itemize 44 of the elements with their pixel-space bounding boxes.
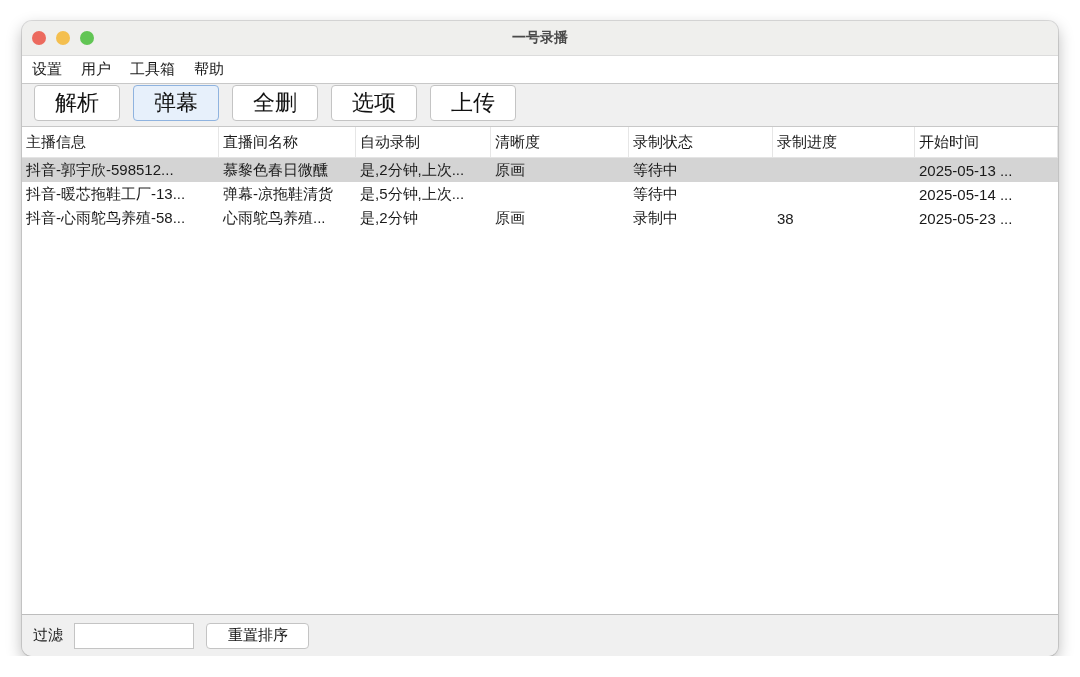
toolbar-button[interactable]: 选项 <box>331 85 417 121</box>
column-header[interactable]: 主播信息 <box>22 127 219 157</box>
column-header[interactable]: 清晰度 <box>491 127 629 157</box>
column-header[interactable]: 录制状态 <box>629 127 773 157</box>
menu-item[interactable]: 设置 <box>32 60 62 79</box>
menu-item[interactable]: 工具箱 <box>130 60 175 79</box>
table-cell-text: 抖音-心雨鸵鸟养殖-58... <box>25 207 187 228</box>
toolbar-button[interactable]: 解析 <box>34 85 120 121</box>
table-cell-text: 等待中 <box>632 183 679 204</box>
filter-field[interactable] <box>74 622 194 649</box>
column-header[interactable]: 录制进度 <box>773 127 915 157</box>
column-header[interactable]: 开始时间 <box>915 127 1058 157</box>
table-cell-text: 是,5分钟,上次... <box>359 183 466 204</box>
table-row[interactable]: 抖音-暖芯拖鞋工厂-13... 弹幕-凉拖鞋清货 是,5分钟,上次... 等待中 2025-05-14 ... <box>22 182 1058 206</box>
table-cell-text: 抖音-郭宇欣-598512... <box>25 159 175 180</box>
toolbar-button[interactable]: 全删 <box>232 85 318 121</box>
table-cell-text: 是,2分钟,上次... <box>359 159 466 180</box>
table-cell-text: 慕黎色春日微醺 <box>222 159 329 180</box>
filter-label: 过滤 <box>33 626 63 645</box>
table-cell-text: 等待中 <box>632 159 679 180</box>
table-cell-text: 是,2分钟 <box>359 207 419 228</box>
reset-sort-button[interactable]: 重置排序 <box>206 622 309 649</box>
menu-item[interactable]: 帮助 <box>194 60 224 79</box>
column-header[interactable]: 直播间名称 <box>219 127 356 157</box>
table-cell-text: 心雨鸵鸟养殖... <box>222 207 327 228</box>
table-cell-text: 录制中 <box>632 207 679 228</box>
table-cell-text: 抖音-暖芯拖鞋工厂-13... <box>25 183 187 204</box>
zoom-icon[interactable] <box>80 31 94 45</box>
table-cell-text: 2025-05-23 ... <box>918 208 1014 229</box>
table-cell-text: 2025-05-13 ... <box>918 160 1014 181</box>
menu-item[interactable]: 用户 <box>81 60 111 79</box>
table-cell-text: 弹幕-凉拖鞋清货 <box>222 183 334 204</box>
table-cell-text: 38 <box>776 208 795 229</box>
window-title: 一号录播 <box>512 29 568 47</box>
toolbar-button[interactable]: 弹幕 <box>133 85 219 121</box>
toolbar-button[interactable]: 上传 <box>430 85 516 121</box>
table-row[interactable]: 抖音-郭宇欣-598512... 慕黎色春日微醺 是,2分钟,上次... 原画 等待中 2025-05-13 ... <box>22 158 1058 182</box>
table-cell-text: 原画 <box>494 207 526 228</box>
close-icon[interactable] <box>32 31 46 45</box>
table-row[interactable]: 抖音-心雨鸵鸟养殖-58... 心雨鸵鸟养殖... 是,2分钟 原画 录制中 38 2025-05-23 ... <box>22 206 1058 230</box>
minimize-icon[interactable] <box>56 31 70 45</box>
column-header[interactable]: 自动录制 <box>356 127 491 157</box>
table-cell-text: 2025-05-14 ... <box>918 184 1014 205</box>
table-cell-text: 原画 <box>494 159 526 180</box>
